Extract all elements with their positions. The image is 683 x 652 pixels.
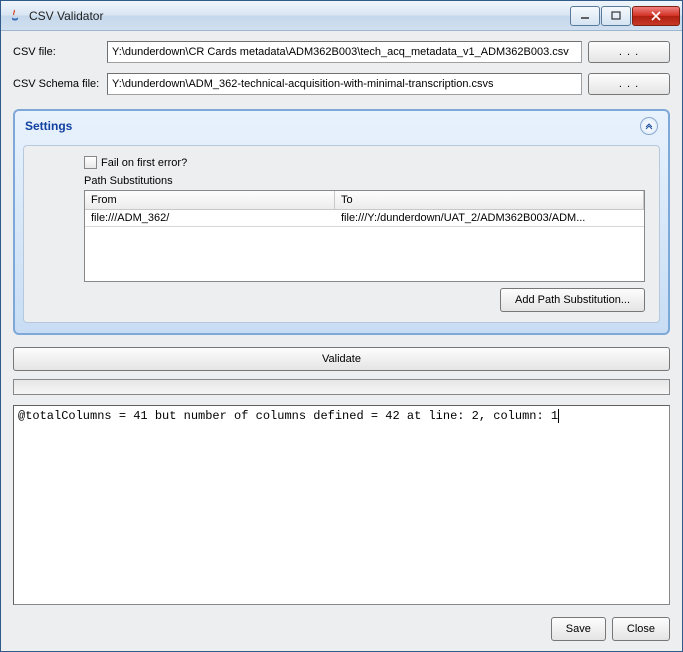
settings-body: Fail on first error? Path Substitutions …	[23, 145, 660, 323]
settings-header[interactable]: Settings	[15, 111, 668, 141]
cell-to[interactable]: file:///Y:/dunderdown/UAT_2/ADM362B003/A…	[335, 210, 644, 226]
java-icon	[7, 8, 23, 24]
table-header: From To	[85, 191, 644, 210]
validate-button[interactable]: Validate	[13, 347, 670, 371]
col-to[interactable]: To	[335, 191, 644, 209]
csv-file-input[interactable]	[107, 41, 582, 63]
save-button[interactable]: Save	[551, 617, 606, 641]
close-button[interactable]	[632, 6, 680, 26]
col-from[interactable]: From	[85, 191, 335, 209]
close-app-button[interactable]: Close	[612, 617, 670, 641]
cell-from[interactable]: file:///ADM_362/	[85, 210, 335, 226]
fail-checkbox[interactable]	[84, 156, 97, 169]
settings-title: Settings	[25, 119, 640, 133]
minimize-button[interactable]	[570, 6, 600, 26]
schema-file-label: CSV Schema file:	[13, 78, 101, 90]
schema-file-input[interactable]	[107, 73, 582, 95]
csv-browse-button[interactable]: . . .	[588, 41, 670, 63]
collapse-icon[interactable]	[640, 117, 658, 135]
output-text: @totalColumns = 41 but number of columns…	[18, 409, 558, 423]
settings-panel: Settings Fail on first error? Path Subst…	[13, 109, 670, 335]
window-controls	[569, 6, 680, 26]
add-path-substitution-button[interactable]: Add Path Substitution...	[500, 288, 645, 312]
titlebar[interactable]: CSV Validator	[1, 1, 682, 31]
fail-on-first-error-row: Fail on first error?	[84, 156, 645, 169]
content-area: CSV file: . . . CSV Schema file: . . . S…	[1, 31, 682, 651]
path-substitutions-label: Path Substitutions	[84, 175, 645, 187]
progress-bar	[13, 379, 670, 395]
schema-browse-button[interactable]: . . .	[588, 73, 670, 95]
text-cursor	[558, 409, 559, 423]
fail-label: Fail on first error?	[101, 157, 187, 169]
bottom-buttons: Save Close	[13, 617, 670, 641]
csv-file-label: CSV file:	[13, 46, 101, 58]
add-sub-row: Add Path Substitution...	[84, 288, 645, 312]
output-textarea[interactable]: @totalColumns = 41 but number of columns…	[13, 405, 670, 605]
schema-file-row: CSV Schema file: . . .	[13, 73, 670, 95]
csv-file-row: CSV file: . . .	[13, 41, 670, 63]
maximize-button[interactable]	[601, 6, 631, 26]
window-title: CSV Validator	[29, 9, 569, 23]
app-window: CSV Validator CSV file: . . . CSV Schema…	[0, 0, 683, 652]
path-substitutions-table: From To file:///ADM_362/ file:///Y:/dund…	[84, 190, 645, 282]
table-row[interactable]: file:///ADM_362/ file:///Y:/dunderdown/U…	[85, 210, 644, 227]
